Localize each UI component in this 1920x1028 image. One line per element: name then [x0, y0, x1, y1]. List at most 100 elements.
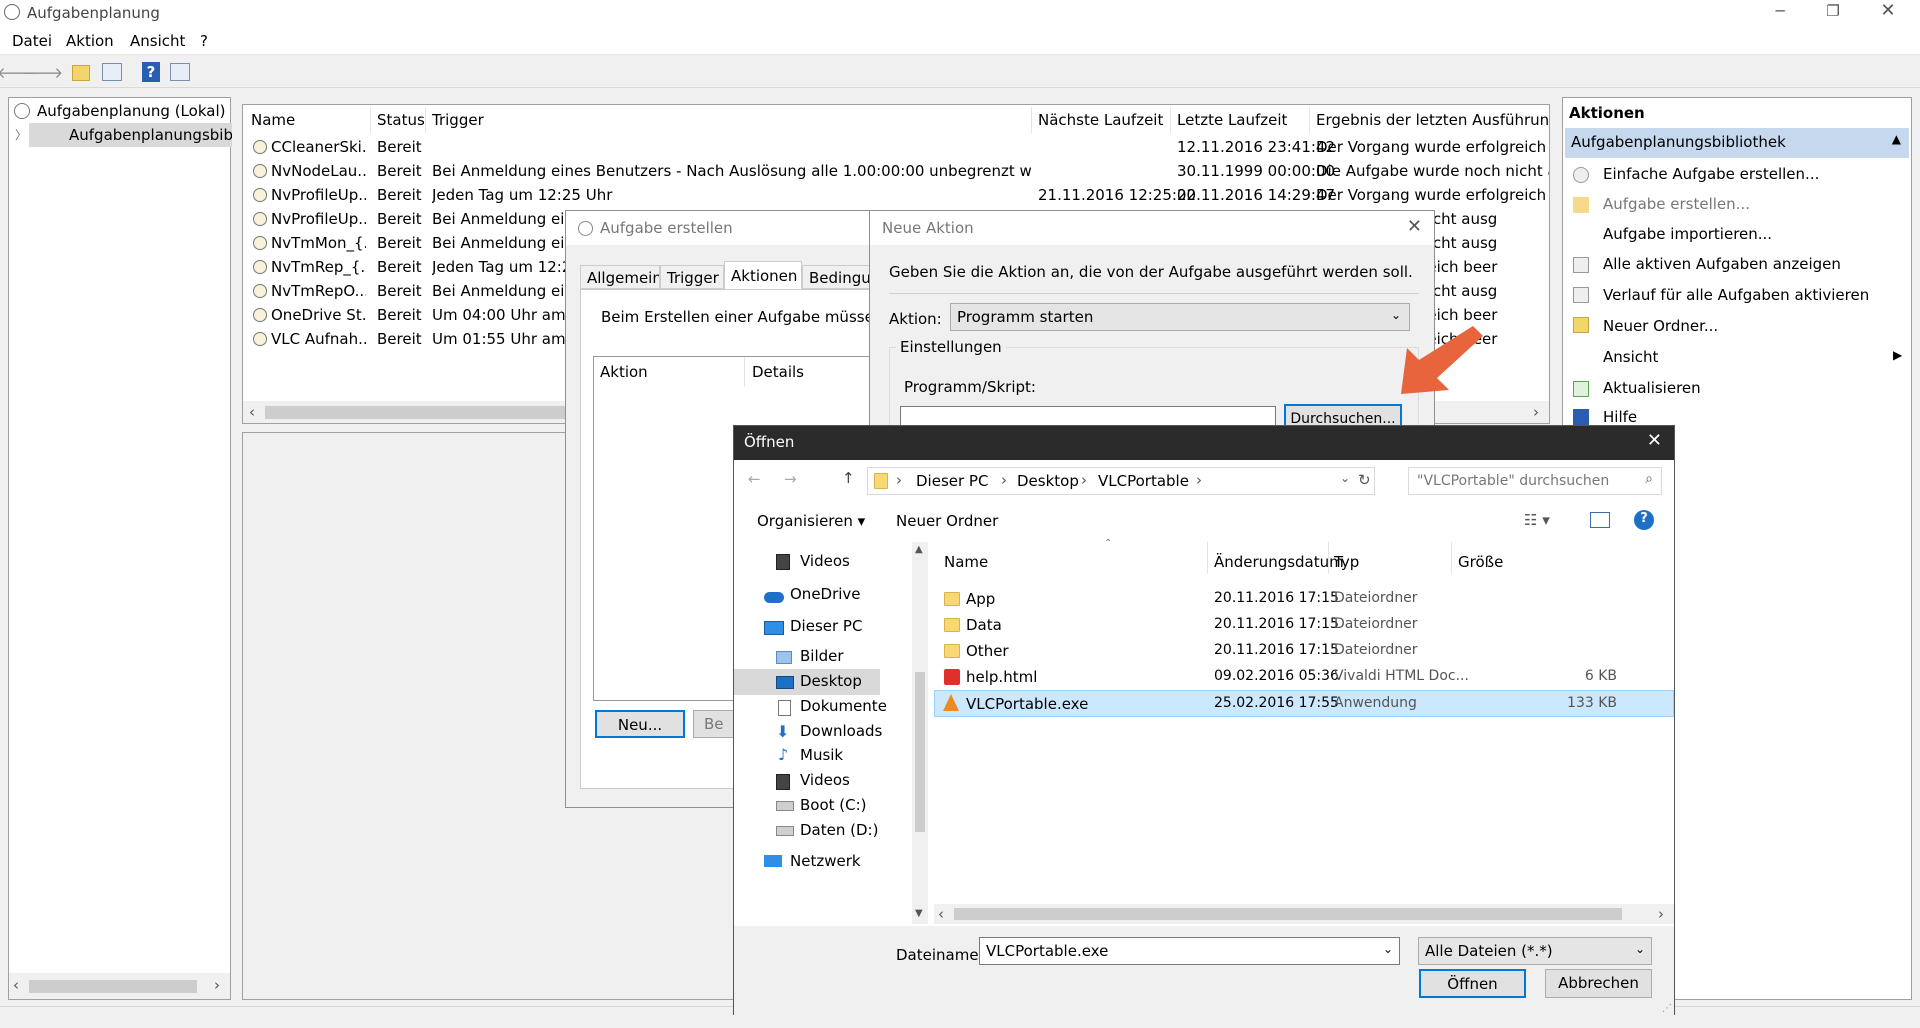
- col-file-name[interactable]: Name: [944, 553, 988, 571]
- help-icon[interactable]: ?: [142, 62, 160, 82]
- table-row[interactable]: NvProfileUp... Bereit Jeden Tag um 12:25 U…: [243, 183, 1549, 207]
- table-row[interactable]: CCleanerSki... Bereit 12.11.2016 23:41:42 D…: [243, 135, 1549, 159]
- actions-section-header[interactable]: Aufgabenplanungsbibliothek ▲: [1565, 128, 1909, 158]
- show-action-pane-icon[interactable]: [170, 63, 190, 81]
- file-scroll-left-icon[interactable]: ‹: [938, 905, 944, 923]
- menu-datei[interactable]: Datei: [12, 32, 52, 50]
- nav-back-icon[interactable]: ←: [748, 470, 761, 488]
- cancel-button[interactable]: Abbrechen: [1545, 969, 1652, 998]
- menu-aktion[interactable]: Aktion: [66, 32, 114, 50]
- tree-root[interactable]: Aufgabenplanung (Lokal): [37, 102, 225, 120]
- col-file-type[interactable]: Typ: [1334, 553, 1359, 571]
- nav-scroll-down-icon[interactable]: ▼: [915, 908, 923, 919]
- grid-scroll-right-icon[interactable]: ›: [1533, 403, 1539, 421]
- tab-trigger[interactable]: Trigger: [660, 265, 724, 289]
- help-circle-icon[interactable]: ?: [1634, 510, 1654, 530]
- search-box[interactable]: "VLCPortable" durchsuchen ⌕: [1408, 467, 1662, 495]
- file-scroll-thumb[interactable]: [954, 908, 1622, 920]
- col-status[interactable]: Status: [371, 107, 426, 133]
- menu-ansicht[interactable]: Ansicht: [130, 32, 185, 50]
- breadcrumb-item[interactable]: Desktop: [1017, 472, 1079, 490]
- up-folder-icon[interactable]: [72, 65, 90, 81]
- breadcrumb-item[interactable]: Dieser PC: [916, 472, 988, 490]
- new-action-button[interactable]: Neu...: [595, 710, 685, 738]
- nav-v-scrollbar[interactable]: ▲ ▼: [912, 542, 928, 924]
- nav-up-icon[interactable]: ↑: [842, 469, 855, 487]
- maximize-button[interactable]: ❐: [1818, 2, 1848, 20]
- filename-dropdown-icon[interactable]: ⌄: [1383, 942, 1393, 956]
- scroll-right-icon[interactable]: ›: [214, 976, 220, 994]
- file-scroll-right-icon[interactable]: ›: [1658, 905, 1664, 923]
- nav-videos[interactable]: Videos: [800, 552, 850, 570]
- organize-button[interactable]: Organisieren ▾: [757, 512, 865, 530]
- nav-forward-icon[interactable]: →: [784, 470, 797, 488]
- tree-h-scrollbar[interactable]: ‹ ›: [9, 973, 230, 999]
- col-name[interactable]: Name: [245, 107, 371, 133]
- nav-drive-d[interactable]: Daten (D:): [800, 821, 878, 839]
- col-file-size[interactable]: Größe: [1458, 553, 1503, 571]
- show-tree-icon[interactable]: [102, 63, 122, 81]
- col-file-date[interactable]: Änderungsdatum: [1214, 553, 1344, 571]
- nav-this-pc[interactable]: Dieser PC: [790, 617, 862, 635]
- tab-allgemein[interactable]: Allgemein: [580, 265, 660, 289]
- scroll-thumb[interactable]: [29, 980, 197, 993]
- tree-child-selected[interactable]: Aufgabenplanungsbibliothek: [29, 123, 232, 147]
- refresh-icon[interactable]: ↻: [1358, 471, 1371, 489]
- col-next-run[interactable]: Nächste Laufzeit: [1032, 107, 1171, 133]
- nav-scroll-up-icon[interactable]: ▲: [915, 544, 923, 555]
- forward-arrow-icon[interactable]: 🡒: [23, 61, 63, 83]
- breadcrumb-item[interactable]: VLCPortable: [1098, 472, 1189, 490]
- col-last-run[interactable]: Letzte Laufzeit: [1171, 107, 1310, 133]
- file-row-selected[interactable]: VLCPortable.exe 25.02.2016 17:55 Anwendu…: [934, 690, 1674, 717]
- action-show-running[interactable]: Alle aktiven Aufgaben anzeigen: [1603, 255, 1841, 273]
- nav-documents[interactable]: Dokumente: [800, 697, 887, 715]
- nav-downloads[interactable]: Downloads: [800, 722, 882, 740]
- file-row[interactable]: Other 20.11.2016 17:15 Dateiordner: [934, 638, 1674, 664]
- preview-pane-icon[interactable]: [1590, 512, 1610, 528]
- scroll-left-icon[interactable]: ‹: [13, 976, 19, 994]
- minimize-button[interactable]: ─: [1765, 2, 1795, 20]
- tab-aktionen[interactable]: Aktionen: [724, 261, 802, 290]
- view-options-icon[interactable]: ☷ ▾: [1524, 511, 1550, 529]
- action-simple-task[interactable]: Einfache Aufgabe erstellen...: [1603, 165, 1819, 183]
- actions-col-aktion[interactable]: Aktion: [600, 363, 648, 381]
- file-row[interactable]: App 20.11.2016 17:15 Dateiordner: [934, 586, 1674, 612]
- file-h-scrollbar[interactable]: ‹ ›: [934, 904, 1674, 924]
- open-button[interactable]: Öffnen: [1419, 969, 1526, 998]
- nav-videos-pc[interactable]: Videos: [800, 771, 850, 789]
- col-trigger[interactable]: Trigger: [426, 107, 1032, 133]
- actions-col-details[interactable]: Details: [752, 363, 804, 381]
- file-row[interactable]: Data 20.11.2016 17:15 Dateiordner: [934, 612, 1674, 638]
- nav-onedrive[interactable]: OneDrive: [790, 585, 861, 603]
- col-last-result[interactable]: Ergebnis der letzten Ausführung: [1310, 107, 1549, 133]
- expand-chevron-icon[interactable]: 〉: [15, 126, 27, 143]
- resize-grip-icon[interactable]: ⋰: [1662, 1003, 1672, 1014]
- close-window-button[interactable]: ✕: [1873, 0, 1903, 21]
- action-refresh[interactable]: Aktualisieren: [1603, 379, 1701, 397]
- action-import-task[interactable]: Aufgabe importieren...: [1603, 225, 1772, 243]
- open-dialog-close-icon[interactable]: ✕: [1647, 430, 1662, 451]
- table-row[interactable]: NvNodeLau... Bereit Bei Anmeldung eines Be…: [243, 159, 1549, 183]
- nav-network[interactable]: Netzwerk: [790, 852, 861, 866]
- nav-drive-c[interactable]: Boot (C:): [800, 796, 867, 814]
- grid-scroll-left-icon[interactable]: ‹: [249, 403, 255, 421]
- action-enable-history[interactable]: Verlauf für alle Aufgaben aktivieren: [1603, 286, 1869, 304]
- file-type-filter[interactable]: Alle Dateien (*.*) ⌄: [1418, 937, 1652, 965]
- new-action-close-icon[interactable]: ✕: [1407, 216, 1422, 237]
- nav-scroll-thumb[interactable]: [915, 672, 925, 832]
- history-dropdown-icon[interactable]: ⌄: [1340, 471, 1350, 485]
- new-folder-button[interactable]: Neuer Ordner: [896, 512, 998, 530]
- action-help[interactable]: Hilfe: [1603, 408, 1637, 426]
- tab-bedingungen[interactable]: Bedingun: [802, 265, 876, 289]
- nav-desktop[interactable]: Desktop: [800, 672, 862, 690]
- action-view[interactable]: Ansicht: [1603, 348, 1658, 366]
- action-new-folder[interactable]: Neuer Ordner...: [1603, 317, 1718, 335]
- nav-pictures[interactable]: Bilder: [800, 647, 844, 665]
- nav-music[interactable]: Musik: [800, 746, 843, 764]
- menu-help[interactable]: ?: [200, 32, 208, 50]
- action-create-task[interactable]: Aufgabe erstellen...: [1603, 195, 1750, 213]
- breadcrumb[interactable]: › Dieser PC › Desktop › VLCPortable › ⌄ …: [867, 467, 1375, 495]
- collapse-up-icon[interactable]: ▲: [1892, 132, 1901, 146]
- file-row[interactable]: help.html 09.02.2016 05:36 Vivaldi HTML …: [934, 664, 1674, 690]
- filename-input[interactable]: VLCPortable.exe ⌄: [979, 937, 1400, 965]
